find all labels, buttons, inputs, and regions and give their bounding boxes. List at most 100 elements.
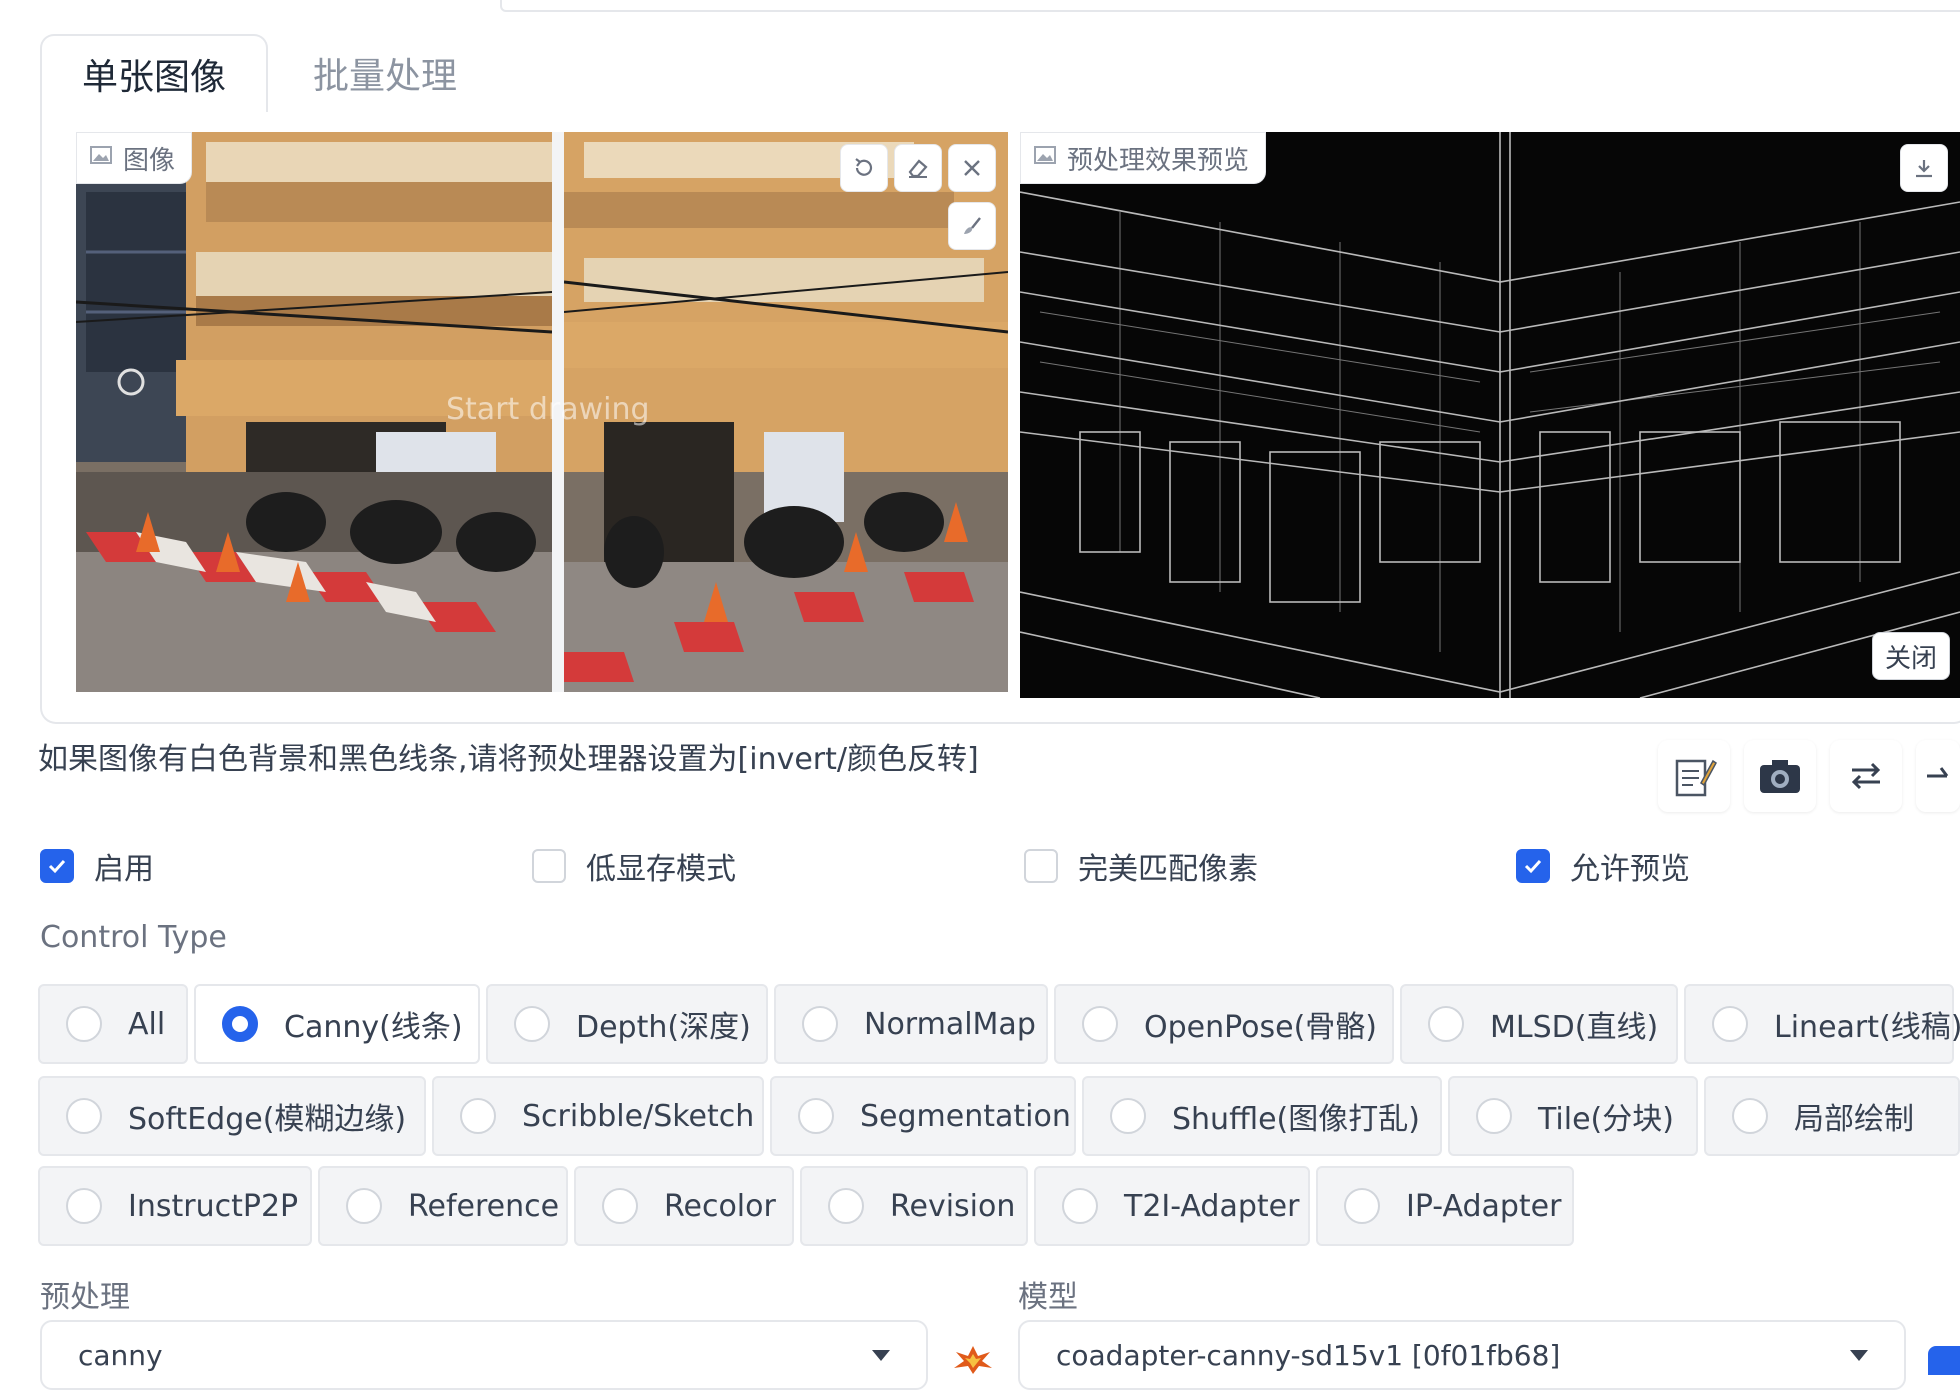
radio-row-3: InstructP2P Reference Recolor Revision T… bbox=[38, 1166, 1574, 1246]
radio-circle[interactable] bbox=[346, 1188, 382, 1224]
preview-image: 预处理效果预览 关闭 bbox=[1020, 132, 1960, 698]
radio-inpaint[interactable]: 局部绘制 bbox=[1704, 1076, 1960, 1156]
arrow-up-icon[interactable] bbox=[1916, 740, 1960, 812]
radio-circle[interactable] bbox=[460, 1098, 496, 1134]
radio-mlsd[interactable]: MLSD(直线) bbox=[1400, 984, 1678, 1064]
radio-circle[interactable] bbox=[1344, 1188, 1380, 1224]
radio-row-2: SoftEdge(模糊边缘) Scribble/Sketch Segmentat… bbox=[38, 1076, 1960, 1156]
radio-circle[interactable] bbox=[1082, 1006, 1118, 1042]
low-vram-label: 低显存模式 bbox=[586, 852, 736, 887]
checkbox-checked[interactable] bbox=[1516, 849, 1550, 883]
radio-label: Canny(线条) bbox=[284, 1010, 463, 1045]
radio-scribble[interactable]: Scribble/Sketch bbox=[432, 1076, 764, 1156]
canvas-hint: Start drawing bbox=[446, 392, 650, 427]
refresh-models-button[interactable] bbox=[1928, 1346, 1960, 1375]
preprocessor-label: 预处理 bbox=[40, 1280, 130, 1315]
input-image-canvas[interactable]: 图像 Start drawing bbox=[76, 132, 1008, 692]
chevron-down-icon bbox=[872, 1349, 890, 1361]
image-label-text: 图像 bbox=[123, 145, 176, 176]
radio-softedge[interactable]: SoftEdge(模糊边缘) bbox=[38, 1076, 426, 1156]
low-vram-checkbox[interactable]: 低显存模式 bbox=[532, 842, 736, 890]
radio-instructp2p[interactable]: InstructP2P bbox=[38, 1166, 312, 1246]
radio-circle[interactable] bbox=[798, 1098, 834, 1134]
radio-revision[interactable]: Revision bbox=[800, 1166, 1028, 1246]
radio-circle[interactable] bbox=[1476, 1098, 1512, 1134]
radio-label: Tile(分块) bbox=[1538, 1102, 1674, 1137]
tab-single-image[interactable]: 单张图像 bbox=[40, 34, 268, 112]
radio-circle[interactable] bbox=[1732, 1098, 1768, 1134]
radio-label: Segmentation bbox=[860, 1098, 1071, 1134]
close-preview-button[interactable]: 关闭 bbox=[1871, 632, 1950, 680]
radio-openpose[interactable]: OpenPose(骨骼) bbox=[1054, 984, 1394, 1064]
radio-label: Recolor bbox=[664, 1188, 776, 1224]
radio-shuffle[interactable]: Shuffle(图像打乱) bbox=[1082, 1076, 1442, 1156]
radio-label: All bbox=[128, 1006, 166, 1042]
radio-depth[interactable]: Depth(深度) bbox=[486, 984, 768, 1064]
radio-label: Reference bbox=[408, 1188, 560, 1224]
camera-icon[interactable] bbox=[1744, 740, 1816, 812]
model-label: 模型 bbox=[1018, 1280, 1078, 1315]
pixel-perfect-label: 完美匹配像素 bbox=[1078, 852, 1258, 887]
undo-icon[interactable] bbox=[840, 144, 888, 192]
radio-segmentation[interactable]: Segmentation bbox=[770, 1076, 1076, 1156]
radio-ip-adapter[interactable]: IP-Adapter bbox=[1316, 1166, 1574, 1246]
model-value: coadapter-canny-sd15v1 [0f01fb68] bbox=[1056, 1338, 1561, 1372]
edit-icon[interactable] bbox=[1658, 740, 1730, 812]
prompt-area-edge bbox=[500, 0, 1960, 12]
invert-hint: 如果图像有白色背景和黑色线条,请将预处理器设置为[invert/颜色反转] bbox=[38, 742, 979, 777]
preprocessor-value: canny bbox=[78, 1338, 163, 1372]
radio-circle-selected[interactable] bbox=[222, 1006, 258, 1042]
allow-preview-checkbox[interactable]: 允许预览 bbox=[1516, 842, 1690, 890]
radio-normalmap[interactable]: NormalMap bbox=[774, 984, 1048, 1064]
radio-circle[interactable] bbox=[1428, 1006, 1464, 1042]
radio-circle[interactable] bbox=[1062, 1188, 1098, 1224]
pixel-perfect-checkbox[interactable]: 完美匹配像素 bbox=[1024, 842, 1258, 890]
radio-circle[interactable] bbox=[602, 1188, 638, 1224]
close-icon[interactable] bbox=[948, 144, 996, 192]
download-icon[interactable] bbox=[1900, 144, 1948, 192]
radio-circle[interactable] bbox=[66, 1188, 102, 1224]
radio-circle[interactable] bbox=[66, 1098, 102, 1134]
radio-circle[interactable] bbox=[802, 1006, 838, 1042]
checkbox-checked[interactable] bbox=[40, 849, 74, 883]
radio-label: Shuffle(图像打乱) bbox=[1172, 1102, 1420, 1137]
radio-label: InstructP2P bbox=[128, 1188, 299, 1224]
radio-label: MLSD(直线) bbox=[1490, 1010, 1659, 1045]
radio-circle[interactable] bbox=[514, 1006, 550, 1042]
swap-icon[interactable] bbox=[1830, 740, 1902, 812]
preprocessor-select[interactable]: canny bbox=[40, 1320, 928, 1390]
checkbox-unchecked[interactable] bbox=[532, 849, 566, 883]
radio-circle[interactable] bbox=[66, 1006, 102, 1042]
explosion-icon[interactable] bbox=[950, 1344, 996, 1374]
preview-label: 预处理效果预览 bbox=[1020, 132, 1267, 184]
image-icon bbox=[1033, 143, 1057, 174]
radio-circle[interactable] bbox=[828, 1188, 864, 1224]
radio-circle[interactable] bbox=[1110, 1098, 1146, 1134]
control-type-radio-group: All Canny(线条) Depth(深度) NormalMap OpenPo… bbox=[38, 984, 1960, 1248]
eraser-icon[interactable] bbox=[894, 144, 942, 192]
radio-all[interactable]: All bbox=[38, 984, 188, 1064]
brush-icon[interactable] bbox=[948, 202, 996, 250]
radio-label: IP-Adapter bbox=[1406, 1188, 1562, 1224]
model-select[interactable]: coadapter-canny-sd15v1 [0f01fb68] bbox=[1018, 1320, 1906, 1390]
preview-label-text: 预处理效果预览 bbox=[1067, 145, 1250, 176]
radio-recolor[interactable]: Recolor bbox=[574, 1166, 794, 1246]
radio-circle[interactable] bbox=[1712, 1006, 1748, 1042]
radio-label: SoftEdge(模糊边缘) bbox=[128, 1102, 407, 1137]
checkbox-unchecked[interactable] bbox=[1024, 849, 1058, 883]
enable-checkbox[interactable]: 启用 bbox=[40, 842, 154, 890]
radio-label: Depth(深度) bbox=[576, 1010, 751, 1045]
radio-label: 局部绘制 bbox=[1794, 1102, 1914, 1137]
radio-canny[interactable]: Canny(线条) bbox=[194, 984, 480, 1064]
radio-label: Scribble/Sketch bbox=[522, 1098, 755, 1134]
radio-reference[interactable]: Reference bbox=[318, 1166, 568, 1246]
radio-t2i-adapter[interactable]: T2I-Adapter bbox=[1034, 1166, 1310, 1246]
tab-batch[interactable]: 批量处理 bbox=[290, 34, 480, 112]
radio-tile[interactable]: Tile(分块) bbox=[1448, 1076, 1698, 1156]
image-icon bbox=[89, 143, 113, 174]
radio-label: T2I-Adapter bbox=[1124, 1188, 1300, 1224]
radio-lineart[interactable]: Lineart(线稿) bbox=[1684, 984, 1960, 1064]
radio-row-1: All Canny(线条) Depth(深度) NormalMap OpenPo… bbox=[38, 984, 1960, 1064]
radio-label: Revision bbox=[890, 1188, 1016, 1224]
image-label: 图像 bbox=[76, 132, 193, 184]
